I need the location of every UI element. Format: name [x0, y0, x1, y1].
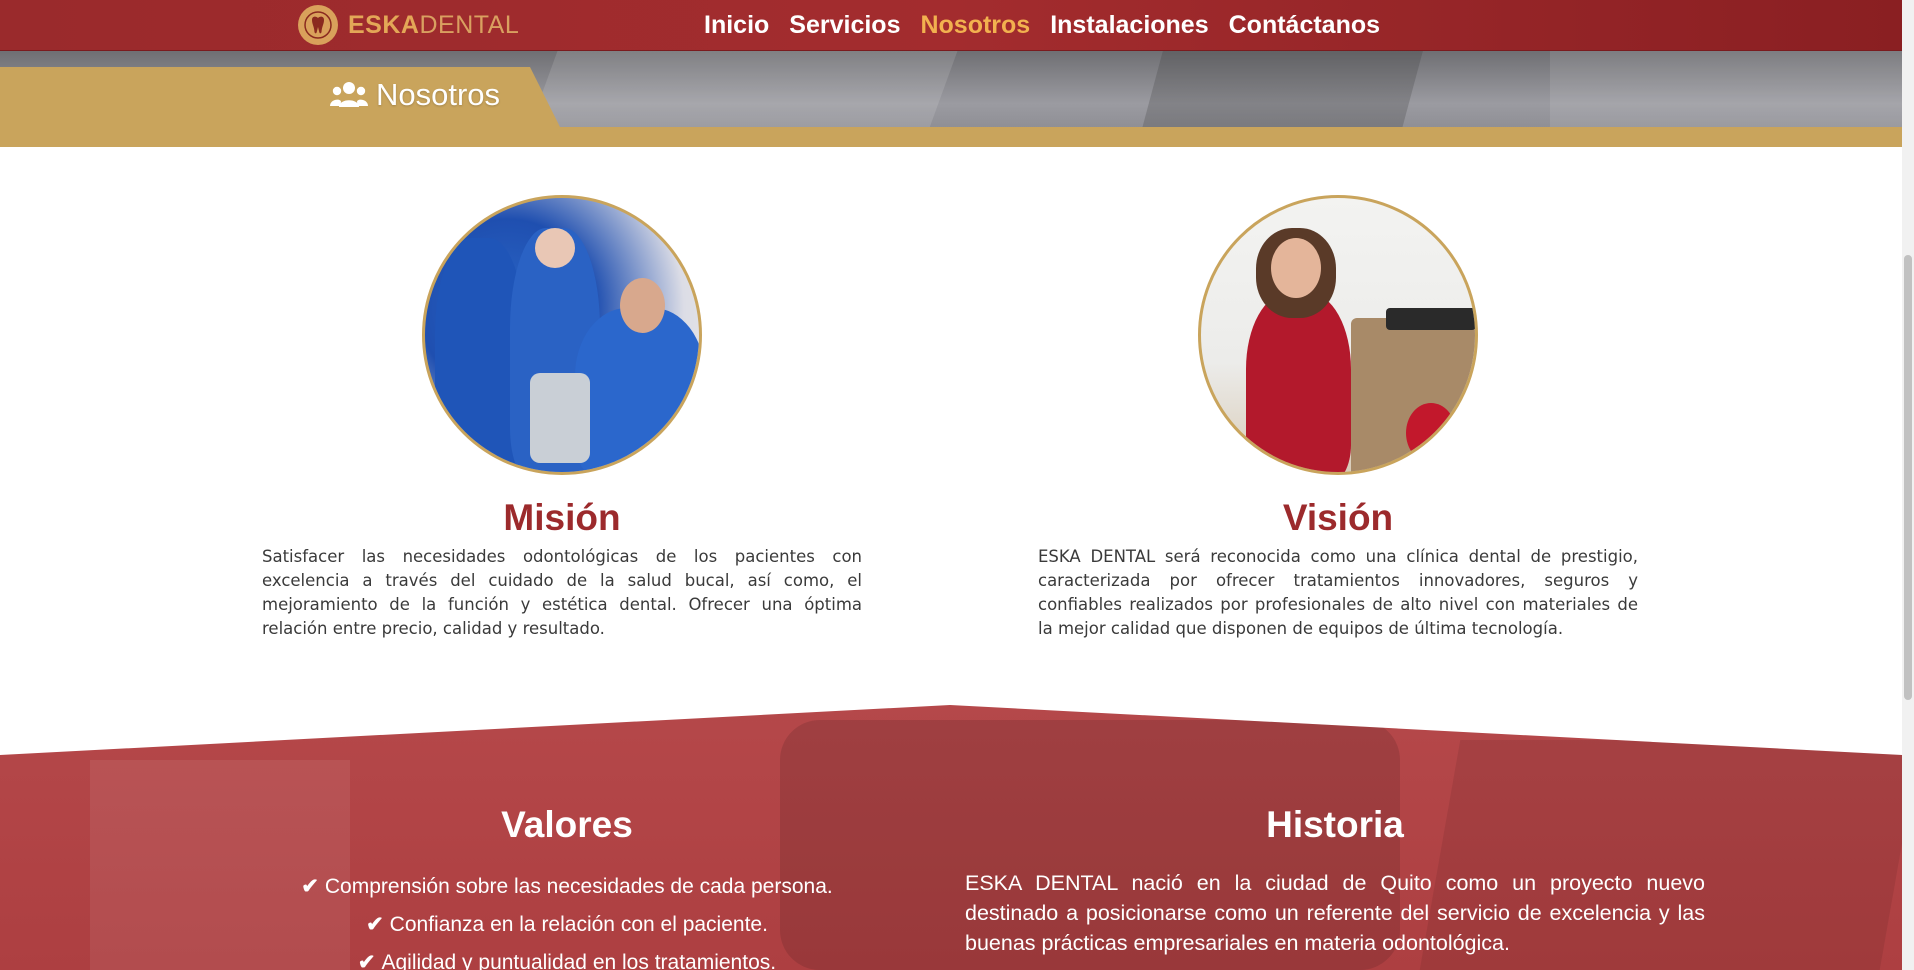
photo-figure: [1406, 403, 1456, 463]
vision-title: Visión: [1282, 497, 1394, 538]
photo-figure: [535, 228, 575, 268]
scrollbar-thumb[interactable]: [1904, 255, 1912, 700]
vision-text: ESKA DENTAL será reconocida como una clí…: [1038, 547, 1638, 638]
mision-title: Misión: [503, 497, 621, 538]
page-scrollbar[interactable]: [1902, 0, 1914, 970]
value-text: Confianza en la relación con el paciente…: [389, 913, 768, 936]
photo-figure: [620, 278, 665, 333]
photo-figure: [1246, 293, 1351, 472]
brand-name-part2: DENTAL: [419, 10, 520, 39]
nav-item-contactanos[interactable]: Contáctanos: [1229, 8, 1380, 42]
photo-figure: [575, 308, 699, 472]
photo-figure: [1386, 308, 1475, 330]
vision-section: Visión ESKA DENTAL será reconocida como …: [1038, 195, 1638, 641]
top-navbar: ESKADENTAL Inicio Servicios Nosotros Ins…: [0, 0, 1902, 51]
mision-photo: [422, 195, 702, 475]
page-title: Nosotros: [330, 77, 500, 113]
nav-item-inicio[interactable]: Inicio: [704, 8, 769, 42]
brand-logo[interactable]: ESKADENTAL: [298, 5, 519, 45]
vision-photo: [1198, 195, 1478, 475]
valores-section: Valores ✔ Comprensión sobre las necesidad…: [262, 802, 872, 970]
main-nav: Inicio Servicios Nosotros Instalaciones …: [704, 8, 1380, 42]
page-header-band: Nosotros: [0, 51, 1902, 147]
valores-list: ✔ Comprensión sobre las necesidades de ca…: [262, 868, 872, 970]
value-text: Agilidad y puntualidad en los tratamient…: [381, 951, 777, 970]
users-icon: [330, 80, 368, 110]
list-item: ✔ Comprensión sobre las necesidades de ca…: [262, 868, 872, 906]
valores-title: Valores: [501, 804, 633, 845]
brand-name-part1: ESKA: [348, 10, 420, 39]
mision-section: Misión Satisfacer las necesidades odonto…: [262, 195, 862, 641]
page-title-text: Nosotros: [376, 77, 501, 112]
photo-figure: [530, 373, 590, 463]
historia-section: Historia ESKA DENTAL nació en la ciudad …: [965, 802, 1705, 958]
list-item: ✔ Confianza en la relación con el pacient…: [262, 906, 872, 944]
check-icon: ✔: [366, 913, 384, 936]
tooth-icon: [298, 5, 338, 45]
list-item: ✔ Agilidad y puntualidad en los tratamien…: [262, 944, 872, 970]
value-text: Comprensión sobre las necesidades de cad…: [324, 875, 833, 898]
check-icon: ✔: [357, 951, 376, 970]
nav-item-servicios[interactable]: Servicios: [789, 8, 900, 42]
nav-item-instalaciones[interactable]: Instalaciones: [1050, 8, 1208, 42]
check-icon: ✔: [301, 875, 319, 898]
photo-figure: [1271, 238, 1321, 298]
mision-text: Satisfacer las necesidades odontológicas…: [262, 547, 862, 638]
brand-name: ESKADENTAL: [348, 11, 519, 40]
nav-item-nosotros[interactable]: Nosotros: [920, 8, 1030, 42]
historia-title: Historia: [1266, 804, 1404, 845]
historia-text: ESKA DENTAL nació en la ciudad de Quito …: [965, 871, 1705, 955]
